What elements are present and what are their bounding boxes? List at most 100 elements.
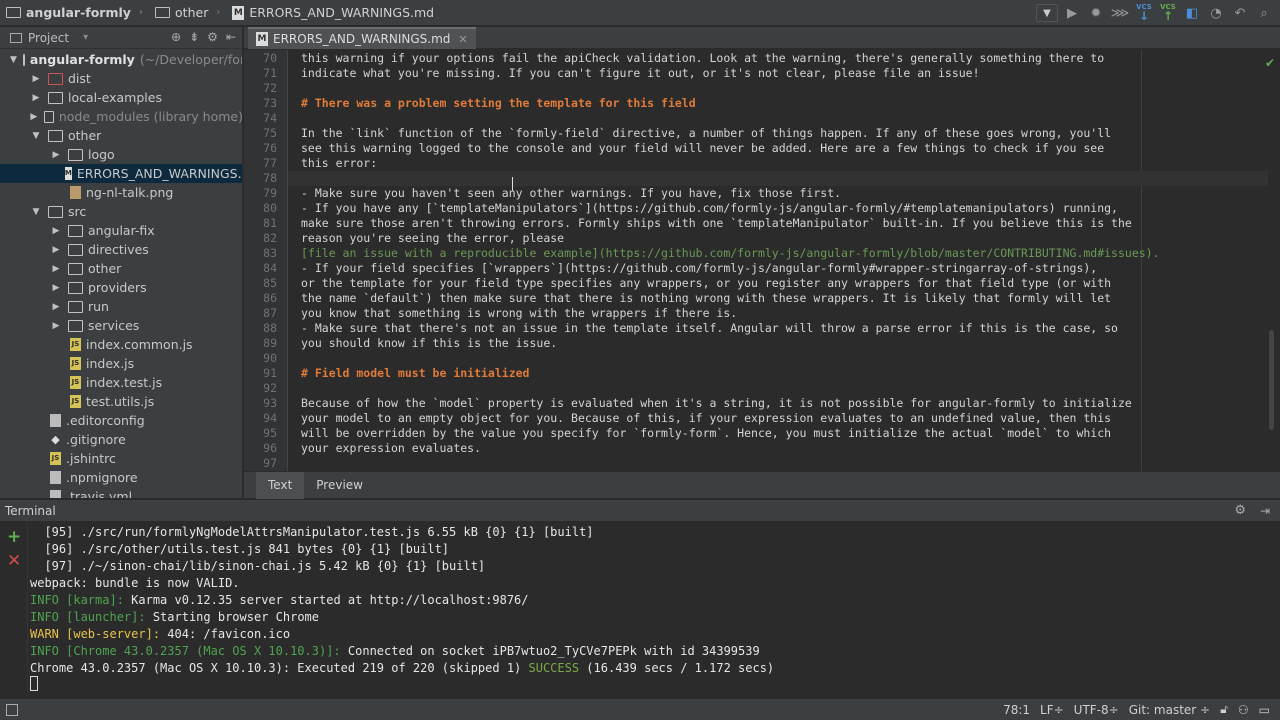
terminal-cursor (30, 676, 38, 691)
hide-panel-icon[interactable]: ⇥ (1260, 504, 1270, 518)
expand-right-icon[interactable]: ▶ (50, 321, 62, 331)
file-icon (50, 414, 61, 427)
tree-item[interactable]: ▶ng-nl-talk.png (0, 183, 242, 202)
vcs-branch[interactable]: Git: master ÷ (1129, 703, 1210, 717)
line-number: 96 (263, 441, 277, 455)
tree-item[interactable]: ▼ angular-formly (~/Developer/form (0, 50, 242, 69)
expand-down-icon[interactable]: ▼ (10, 55, 17, 65)
close-session-icon[interactable]: ✕ (7, 551, 21, 571)
expand-right-icon[interactable]: ▶ (50, 226, 62, 236)
tree-item[interactable]: ▶JSindex.test.js (0, 373, 242, 392)
tree-item[interactable]: ▶ other (0, 259, 242, 278)
tree-item[interactable]: ▶ logo (0, 145, 242, 164)
coverage-icon[interactable]: ⋙ (1110, 3, 1130, 23)
line-number: 94 (263, 411, 277, 425)
breadcrumb-folder[interactable]: other › (149, 0, 226, 26)
collapse-all-icon[interactable]: ⇟ (189, 30, 199, 44)
markdown-file-icon: M (232, 5, 245, 20)
line-number: 80 (263, 201, 277, 215)
expand-down-icon[interactable]: ▼ (30, 207, 42, 217)
tree-item[interactable]: ▶JSindex.common.js (0, 335, 242, 354)
tab-preview[interactable]: Preview (304, 472, 375, 499)
toolbar: ▼ ▶ ✹ ⋙ VCS ↓ VCS ↑ ◧ ◔ ↶ ⌕ (1036, 0, 1274, 26)
tree-item-label: other (88, 261, 122, 276)
terminal-line: Chrome 43.0.2357 (Mac OS X 10.10.3): Exe… (30, 660, 774, 677)
tree-item[interactable]: ▶JSindex.js (0, 354, 242, 373)
line-number-gutter: 70 71 72 73 74 75 76 77 78 79 80 81 82 83 84 85 86 87 88 89… (244, 50, 288, 471)
revert-icon[interactable]: ↶ (1230, 3, 1250, 23)
terminal-output[interactable]: [95] ./src/run/formlyNgModelAttrsManipul… (29, 521, 1280, 698)
line-number: 71 (263, 66, 277, 80)
history-icon[interactable]: ◔ (1206, 3, 1226, 23)
folder-icon (43, 110, 54, 123)
search-icon[interactable]: ⌕ (1254, 3, 1274, 23)
code-editor[interactable]: 70 71 72 73 74 75 76 77 78 79 80 81 82 83 84 85 86 87 88 89… (244, 50, 1280, 471)
line-separator[interactable]: LF÷ (1040, 703, 1064, 717)
tree-item[interactable]: ▶JS.jshintrc (0, 449, 242, 468)
tree-item[interactable]: ▶◆.gitignore (0, 430, 242, 449)
tree-item[interactable]: ▶.editorconfig (0, 411, 242, 430)
vcs-commit-icon[interactable]: VCS ↑ (1158, 3, 1178, 23)
tree-item[interactable]: ▶ local-examples (0, 88, 242, 107)
editor-tab[interactable]: M ERRORS_AND_WARNINGS.md ✕ (248, 27, 476, 49)
tree-item[interactable]: ▶JStest.utils.js (0, 392, 242, 411)
expand-right-icon[interactable]: ▶ (50, 302, 62, 312)
code-line: # Field model must be initialized (301, 366, 530, 380)
cursor-position[interactable]: 78:1 (1003, 703, 1030, 717)
run-config-dropdown[interactable]: ▼ (1036, 4, 1058, 22)
event-log-icon[interactable]: ▭ (1259, 703, 1270, 717)
gear-icon[interactable]: ⚙ (1234, 503, 1246, 518)
vcs-compare-icon[interactable]: ◧ (1182, 3, 1202, 23)
expand-right-icon[interactable]: ▶ (50, 150, 62, 160)
file-icon: JS (50, 452, 61, 465)
breadcrumb-file[interactable]: M ERRORS_AND_WARNINGS.md (226, 0, 440, 26)
tree-item[interactable]: ▼ other (0, 126, 242, 145)
tree-item[interactable]: ▶.travis.yml (0, 487, 242, 498)
tree-item[interactable]: ▶MERRORS_AND_WARNINGS.md (0, 164, 242, 183)
close-icon[interactable]: ✕ (458, 33, 467, 46)
new-session-icon[interactable]: + (7, 527, 21, 547)
tree-item-label: run (88, 299, 109, 314)
tree-item[interactable]: ▶ providers (0, 278, 242, 297)
file-icon: JS (70, 376, 81, 389)
tab-text[interactable]: Text (256, 471, 305, 499)
folder-icon (48, 72, 63, 85)
tree-item[interactable]: ▼ src (0, 202, 242, 221)
file-encoding[interactable]: UTF-8÷ (1074, 703, 1119, 717)
tree-item[interactable]: ▶ services (0, 316, 242, 335)
expand-right-icon[interactable]: ▶ (50, 283, 62, 293)
editor-tab-label: ERRORS_AND_WARNINGS.md (273, 32, 451, 46)
expand-right-icon[interactable]: ▶ (30, 93, 42, 103)
expand-right-icon[interactable]: ▶ (30, 112, 38, 122)
tree-item-label: services (88, 318, 140, 333)
tree-item-path: (~/Developer/form (139, 52, 242, 67)
editor-scrollbar[interactable] (1269, 330, 1274, 430)
chevron-down-icon[interactable]: ▾ (83, 32, 88, 43)
expand-right-icon[interactable]: ▶ (50, 264, 62, 274)
tree-item[interactable]: ▶ dist (0, 69, 242, 88)
expand-down-icon[interactable]: ▼ (30, 131, 42, 141)
expand-right-icon[interactable]: ▶ (30, 74, 42, 84)
tree-item[interactable]: ▶.npmignore (0, 468, 242, 487)
code-line: this warning if your options fail the ap… (301, 51, 1105, 65)
terminal-text: [96] ./src/other/utils.test.js 841 bytes… (30, 542, 450, 556)
tool-windows-icon[interactable] (6, 703, 18, 716)
run-icon[interactable]: ▶ (1062, 3, 1082, 23)
vcs-update-icon[interactable]: VCS ↓ (1134, 3, 1154, 23)
tree-item[interactable]: ▶ directives (0, 240, 242, 259)
inspection-icon[interactable]: ⚇ (1238, 703, 1249, 717)
terminal-text: Starting browser Chrome (152, 610, 319, 624)
debug-icon[interactable]: ✹ (1086, 3, 1106, 23)
folder-icon (155, 7, 171, 18)
breadcrumb-project[interactable]: angular-formly › (0, 0, 149, 26)
tree-item[interactable]: ▶ run (0, 297, 242, 316)
tree-item[interactable]: ▶ node_modules (library home) (0, 107, 242, 126)
tree-item-label: other (68, 128, 102, 143)
tree-item[interactable]: ▶ angular-fix (0, 221, 242, 240)
scroll-from-source-icon[interactable]: ⊕ (171, 30, 181, 44)
hide-panel-icon[interactable]: ⇤ (226, 30, 236, 44)
gear-icon[interactable]: ⚙ (207, 30, 218, 44)
expand-right-icon[interactable]: ▶ (50, 245, 62, 255)
tree-item-label: ERRORS_AND_WARNINGS.md (76, 166, 242, 181)
lock-icon[interactable]: 🔓︎ (1220, 702, 1228, 717)
